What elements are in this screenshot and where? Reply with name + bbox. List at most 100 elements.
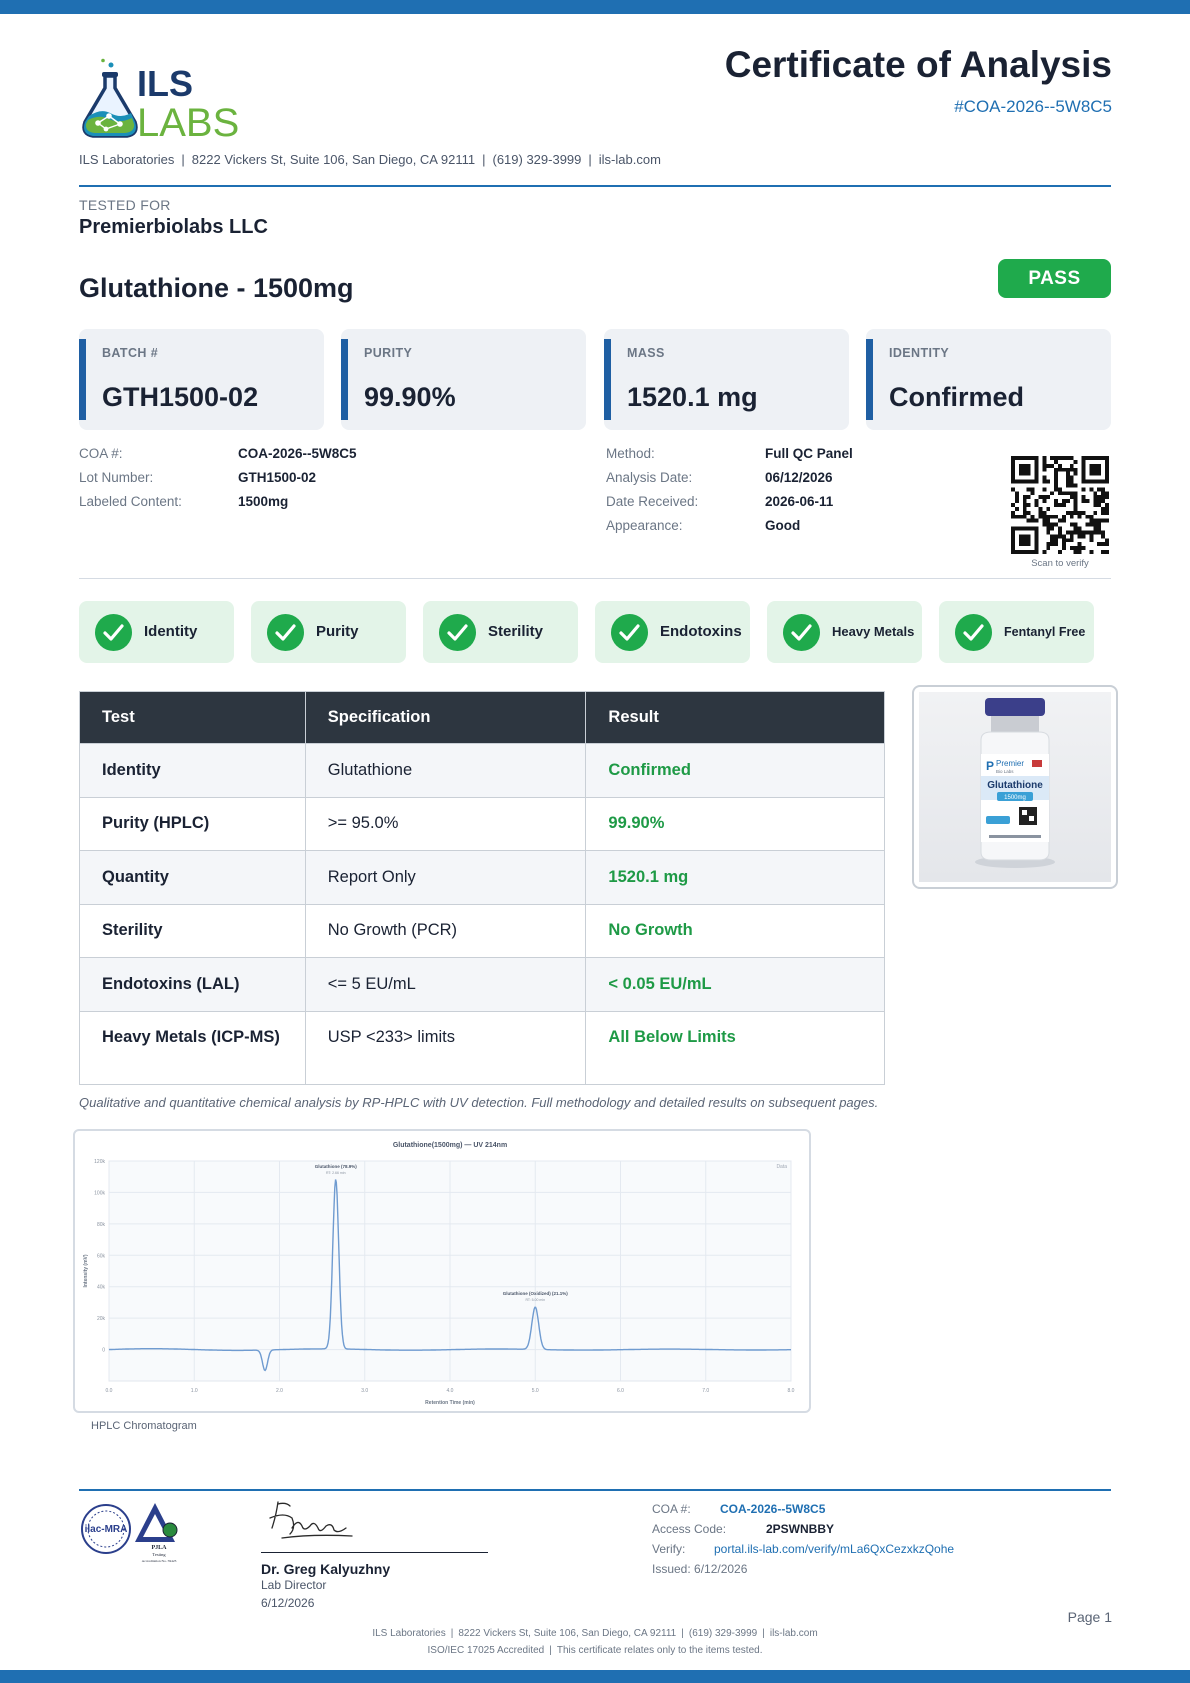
check-chip-fentanyl-free: Fentanyl Free: [939, 601, 1094, 663]
table-row: Sterility No Growth (PCR) No Growth: [79, 903, 885, 958]
detail-key-labeled: Labeled Content:: [79, 494, 182, 509]
test-spec: USP <233> limits: [304, 1010, 587, 1085]
check-label: Endotoxins: [660, 623, 742, 640]
pjla-seal: PJLA Testing Accreditation No. 59423: [135, 1503, 178, 1563]
table-row: Purity (HPLC) >= 95.0% 99.90%: [79, 796, 885, 851]
test-spec: <= 5 EU/mL: [304, 957, 587, 1012]
y-tick-label: 0: [102, 1348, 105, 1354]
check-chip-purity: Purity: [251, 601, 406, 663]
detail-value-lot: GTH1500-02: [238, 470, 317, 485]
y-axis-label: Intensity (mV): [83, 1254, 89, 1287]
card-value: 1520.1 mg: [627, 382, 758, 412]
x-tick-label: 5.0: [532, 1388, 539, 1394]
check-icon: [267, 614, 304, 651]
vial-brand: Premier: [996, 759, 1024, 768]
footer-phone: (619) 329-3999: [688, 1628, 758, 1639]
header-phone: (619) 329-3999: [492, 152, 582, 167]
logo-text-bottom: LABS: [137, 101, 239, 140]
vial-brand-sub: Bio Labs: [996, 769, 1014, 774]
test-spec: No Growth (PCR): [304, 903, 587, 958]
test-result: 99.90%: [585, 796, 885, 851]
footer-divider: [79, 1489, 1111, 1491]
y-tick-label: 20k: [97, 1316, 106, 1322]
check-chip-identity: Identity: [79, 601, 234, 663]
pjla-text: PJLA: [152, 1545, 168, 1551]
legend-label: Data: [776, 1164, 787, 1170]
product-photo: P Premier Bio Labs Glutathione 1500mg: [912, 685, 1118, 889]
pjla-testing: Testing: [152, 1552, 166, 1557]
results-table: Test Specification Result Identity Gluta…: [79, 691, 885, 1085]
check-icon: [611, 614, 648, 651]
detail-key-method: Method:: [606, 446, 655, 461]
card-accent: [866, 339, 873, 420]
card-value: 99.90%: [364, 382, 456, 412]
vial-dose: 1500mg: [1004, 795, 1026, 801]
card-value: GTH1500-02: [102, 382, 259, 412]
table-row: Quantity Report Only 1520.1 mg: [79, 850, 885, 905]
detail-value-labeled: 1500mg: [238, 494, 289, 509]
x-tick-label: 8.0: [788, 1388, 795, 1394]
logo-text-top: ILS: [137, 63, 193, 104]
table-row: Heavy Metals (ICP-MS) USP <233> limits A…: [79, 1010, 885, 1085]
check-chip-heavy-metals: Heavy Metals: [767, 601, 922, 663]
ilac-text: ilac-MRA: [85, 1524, 128, 1535]
details-divider: [79, 578, 1111, 579]
footer-company: ILS Laboratories: [372, 1628, 446, 1639]
card-label: MASS: [627, 346, 665, 360]
detail-value-analysis-date: 06/12/2026: [765, 470, 833, 485]
card-label: PURITY: [364, 346, 413, 360]
footer-address-line: ILS Laboratories | 8222 Vickers St, Suite …: [372, 1628, 818, 1639]
detail-value-appearance: Good: [765, 518, 801, 533]
column-header: Specification: [304, 691, 587, 744]
test-name: Identity: [79, 743, 306, 798]
client-name: Premierbiolabs LLC: [79, 216, 268, 238]
detail-value-date-received: 2026-06-11: [765, 494, 834, 509]
card-label: IDENTITY: [889, 346, 950, 360]
chromatogram-chart: 0.0 1.0 2.0 3.0 4.0 5.0 6.0 7.0 8.0 0 20k 40k 60k 80k…: [83, 1142, 795, 1406]
check-icon: [783, 614, 820, 651]
column-header: Test: [79, 691, 306, 744]
signature-line: [261, 1552, 488, 1553]
header-address-line: ILS Laboratories | 8222 Vickers St, Suite …: [79, 152, 661, 167]
summary-card-purity: PURITY 99.90%: [341, 329, 586, 430]
peak-rt-label: RT: 5.00 min: [525, 1298, 545, 1302]
summary-card-mass: MASS 1520.1 mg: [604, 329, 849, 430]
y-tick-label: 100k: [94, 1190, 105, 1196]
product-name: Glutathione - 1500mg: [79, 273, 354, 303]
coa-id: #COA-2026--5W8C5: [954, 97, 1112, 116]
table-header-row: Test Specification Result: [79, 691, 885, 744]
header-company: ILS Laboratories: [79, 152, 175, 167]
check-label: Fentanyl Free: [1004, 625, 1086, 639]
footer-website: ils-lab.com: [769, 1628, 818, 1639]
summary-card-batch: BATCH # GTH1500-02: [79, 329, 324, 430]
footer-verify-link[interactable]: portal.ils-lab.com/verify/mLa6QxCezxkzQo…: [714, 1542, 954, 1556]
card-accent: [79, 339, 86, 420]
footer-disclaimer: This certificate relates only to the ite…: [556, 1645, 763, 1656]
x-tick-label: 0.0: [106, 1388, 113, 1394]
header-divider: [79, 185, 1111, 187]
chromatogram-panel: 0.0 1.0 2.0 3.0 4.0 5.0 6.0 7.0 8.0 0 20k 40k 60k 80k…: [73, 1129, 811, 1413]
test-name: Purity (HPLC): [79, 796, 306, 851]
detail-value-coa: COA-2026--5W8C5: [238, 446, 357, 461]
header-address: 8222 Vickers St, Suite 106, San Diego, C…: [191, 152, 476, 167]
check-label: Purity: [316, 623, 359, 640]
header-website: ils-lab.com: [598, 152, 661, 167]
verification-qr-code[interactable]: [1011, 456, 1109, 554]
footer-issued: Issued: 6/12/2026: [652, 1562, 748, 1576]
card-accent: [604, 339, 611, 420]
check-label: Identity: [144, 623, 198, 640]
footer-address: 8222 Vickers St, Suite 106, San Diego, C…: [458, 1628, 677, 1639]
pjla-accreditation: Accreditation No. 59423: [142, 1559, 177, 1563]
qr-caption: Scan to verify: [1031, 558, 1089, 569]
test-spec: >= 95.0%: [304, 796, 587, 851]
top-accent-bar: [0, 0, 1190, 14]
test-name: Quantity: [79, 850, 306, 905]
test-name: Heavy Metals (ICP-MS): [79, 1010, 306, 1085]
test-result: All Below Limits: [585, 1010, 885, 1085]
vial-product: Glutathione: [987, 780, 1043, 791]
svg-text:P: P: [986, 759, 994, 773]
detail-key-analysis-date: Analysis Date:: [606, 470, 693, 485]
detail-key-coa: COA #:: [79, 446, 123, 461]
x-tick-label: 2.0: [276, 1388, 283, 1394]
product-photo-image: P Premier Bio Labs Glutathione 1500mg: [919, 692, 1111, 882]
